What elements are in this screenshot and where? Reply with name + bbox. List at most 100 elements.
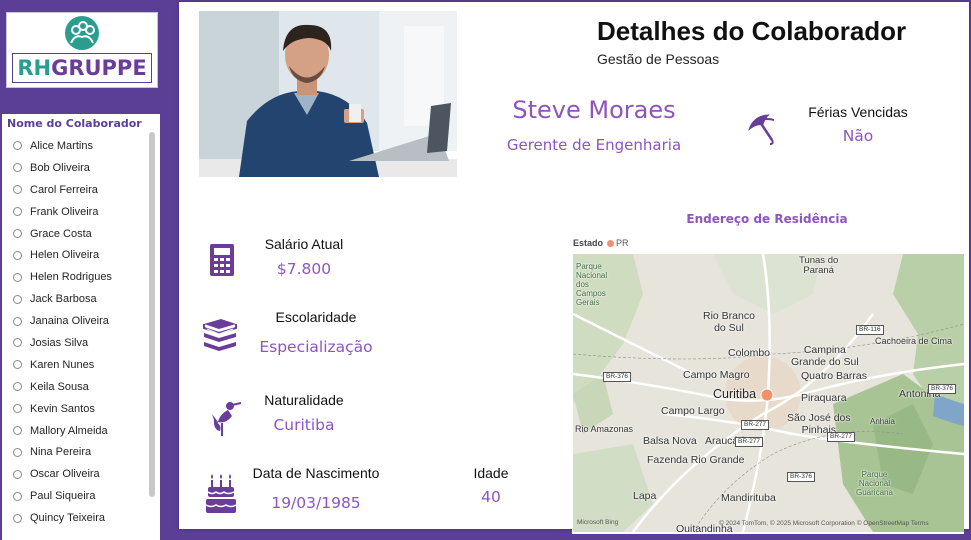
slicer-item-label: Bob Oliveira: [30, 161, 90, 174]
radio-button-icon[interactable]: [13, 338, 22, 348]
road-shield: BR-116: [856, 325, 884, 335]
slicer-item-label: Mallory Almeida: [30, 424, 108, 437]
employee-role: Gerente de Engenharia: [506, 136, 682, 154]
salary-value: $7.800: [276, 260, 332, 278]
radio-button-icon[interactable]: [13, 207, 22, 217]
map-label: Fazenda Rio Grande: [647, 454, 745, 466]
employee-name: Steve Moraes: [512, 96, 676, 124]
slicer-item-label: Helen Oliveira: [30, 249, 100, 262]
radio-button-icon[interactable]: [13, 447, 22, 457]
map-label: Lapa: [633, 490, 657, 502]
slicer-item-label: Kevin Santos: [30, 402, 95, 415]
slicer-item[interactable]: Jack Barbosa: [2, 288, 148, 310]
radio-button-icon[interactable]: [13, 426, 22, 436]
slicer-item-label: Karen Nunes: [30, 358, 95, 371]
radio-button-icon[interactable]: [13, 250, 22, 260]
radio-button-icon[interactable]: [13, 404, 22, 414]
radio-button-icon[interactable]: [13, 469, 22, 479]
map-label: Anhaia: [870, 417, 895, 426]
slicer-item[interactable]: Kevin Santos: [2, 398, 148, 420]
map-label: Campo Largo: [661, 405, 725, 417]
radio-button-icon[interactable]: [13, 382, 22, 392]
map-label: Mandirituba: [721, 492, 776, 504]
slicer-item[interactable]: Bob Oliveira: [2, 157, 148, 179]
map-attribution[interactable]: © 2024 TomTom, © 2025 Microsoft Corporat…: [719, 520, 929, 527]
map-legend: Estado PR: [573, 238, 629, 248]
road-shield: BR-376: [928, 384, 957, 394]
radio-button-icon[interactable]: [13, 141, 22, 151]
vacation-label: Férias Vencidas: [808, 104, 908, 120]
map-label: Rio Branco do Sul: [703, 310, 755, 334]
map-label: Campo Magro: [683, 369, 750, 381]
road-shield: BR-376: [787, 472, 816, 482]
age-label: Idade: [473, 465, 509, 481]
stork-icon: [208, 400, 242, 442]
umbrella-icon: [744, 110, 780, 150]
radio-button-icon[interactable]: [13, 513, 22, 523]
road-shield: BR-277: [827, 432, 856, 442]
employee-slicer: Nome do Colaborador Alice Martins Bob Oli…: [2, 114, 160, 540]
birthdate-label: Data de Nascimento: [252, 465, 380, 481]
slicer-item[interactable]: Frank Oliveira: [2, 201, 148, 223]
map-label: Parque Nacional Guaricana: [856, 470, 893, 497]
slicer-item-label: Janaina Oliveira: [30, 315, 109, 328]
slicer-scrollbar[interactable]: [149, 132, 155, 497]
slicer-item[interactable]: Carol Ferreira: [2, 179, 148, 201]
slicer-item[interactable]: Helen Oliveira: [2, 244, 148, 266]
slicer-item[interactable]: Paul Siqueira: [2, 485, 148, 507]
slicer-item-label: Paul Siqueira: [30, 490, 96, 503]
map-title: Endereço de Residência: [686, 212, 848, 226]
slicer-item[interactable]: Grace Costa: [2, 223, 148, 245]
slicer-item[interactable]: Nina Pereira: [2, 441, 148, 463]
map-label: Curitiba: [713, 387, 757, 401]
slicer-item[interactable]: Alice Martins: [2, 135, 148, 157]
road-shield: BR-277: [741, 420, 770, 430]
slicer-item-label: Carol Ferreira: [30, 183, 98, 196]
birthdate-value: 19/03/1985: [271, 494, 361, 512]
map-bing-logo: Microsoft Bing: [577, 519, 619, 526]
legend-item: PR: [616, 238, 629, 248]
slicer-item[interactable]: Karen Nunes: [2, 354, 148, 376]
radio-button-icon[interactable]: [13, 491, 22, 501]
slicer-item-label: Josias Silva: [30, 336, 89, 349]
map-label: Rio Amazonas: [575, 424, 634, 434]
road-shield: BR-277: [735, 437, 764, 447]
map-label: Tunas do Paraná: [799, 255, 839, 276]
residence-map[interactable]: Parque Nacional dos Campos Gerais Tunas …: [573, 254, 964, 532]
logo-wordmark: RHGRUPPE: [12, 53, 152, 83]
age-value: 40: [481, 488, 501, 506]
map-label: Colombo: [728, 347, 771, 359]
slicer-item[interactable]: Oscar Oliveira: [2, 463, 148, 485]
slicer-item-label: Grace Costa: [30, 227, 92, 240]
radio-button-icon[interactable]: [13, 185, 22, 195]
slicer-item[interactable]: Keila Sousa: [2, 376, 148, 398]
slicer-item-label: Oscar Oliveira: [30, 468, 100, 481]
slicer-item[interactable]: Quincy Teixeira: [2, 507, 148, 529]
map-label: Parque Nacional dos Campos Gerais: [576, 262, 608, 307]
slicer-title: Nome do Colaborador: [7, 117, 142, 130]
radio-button-icon[interactable]: [13, 360, 22, 370]
calculator-icon: [209, 243, 235, 281]
vacation-value: Não: [842, 127, 874, 145]
radio-button-icon[interactable]: [13, 272, 22, 282]
people-logo-icon: [65, 16, 99, 50]
slicer-item-label: Nina Pereira: [30, 446, 92, 459]
map-label: Campina Grande do Sul: [791, 344, 859, 368]
slicer-item[interactable]: Helen Rodrigues: [2, 266, 148, 288]
radio-button-icon[interactable]: [13, 316, 22, 326]
map-label: Balsa Nova: [643, 435, 697, 447]
salary-label: Salário Atual: [264, 236, 344, 252]
slicer-item-label: Alice Martins: [30, 139, 93, 152]
education-value: Especialização: [259, 338, 373, 356]
slicer-item-label: Quincy Teixeira: [30, 512, 105, 525]
radio-button-icon[interactable]: [13, 294, 22, 304]
slicer-item[interactable]: Josias Silva: [2, 332, 148, 354]
map-label: Quatro Barras: [801, 370, 867, 382]
slicer-item[interactable]: Mallory Almeida: [2, 420, 148, 442]
slicer-item[interactable]: Janaina Oliveira: [2, 310, 148, 332]
education-label: Escolaridade: [275, 309, 357, 325]
radio-button-icon[interactable]: [13, 229, 22, 238]
radio-button-icon[interactable]: [13, 163, 22, 173]
slicer-item-label: Frank Oliveira: [30, 205, 99, 218]
page-title: Detalhes do Colaborador: [597, 16, 907, 46]
